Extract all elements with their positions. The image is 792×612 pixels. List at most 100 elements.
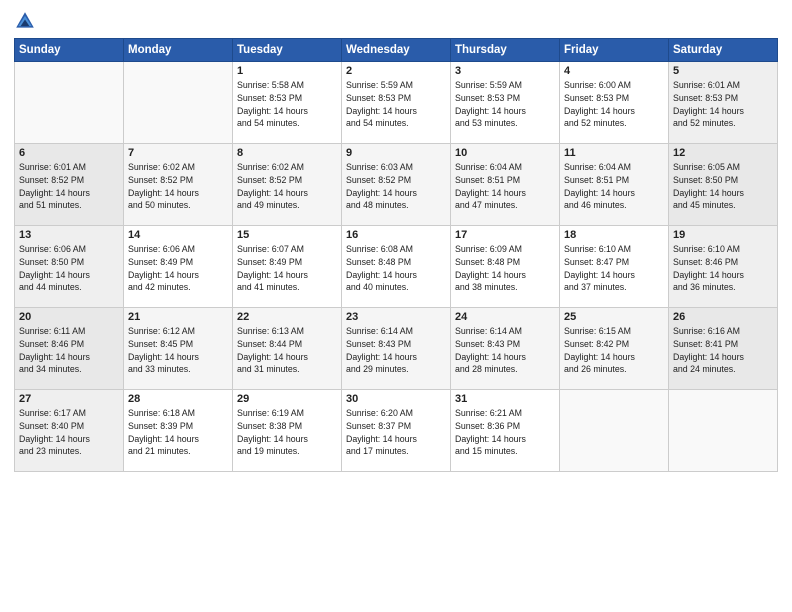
- day-info: Sunrise: 6:01 AM Sunset: 8:52 PM Dayligh…: [19, 161, 119, 212]
- weekday-thursday: Thursday: [451, 39, 560, 62]
- day-number: 22: [237, 311, 337, 323]
- day-info: Sunrise: 6:03 AM Sunset: 8:52 PM Dayligh…: [346, 161, 446, 212]
- calendar-cell: 9 Sunrise: 6:03 AM Sunset: 8:52 PM Daylig…: [342, 144, 451, 226]
- header: [14, 10, 778, 32]
- day-info: Sunrise: 6:06 AM Sunset: 8:49 PM Dayligh…: [128, 243, 228, 294]
- calendar-cell: 29Sunrise: 6:19 AM Sunset: 8:38 PM Dayli…: [233, 390, 342, 472]
- day-number: 3: [455, 65, 555, 77]
- day-info: Sunrise: 6:19 AM Sunset: 8:38 PM Dayligh…: [237, 407, 337, 458]
- calendar-cell: 3 Sunrise: 5:59 AM Sunset: 8:53 PM Daylig…: [451, 62, 560, 144]
- weekday-wednesday: Wednesday: [342, 39, 451, 62]
- calendar-cell: 21 Sunrise: 6:12 AM Sunset: 8:45 PM Dayli…: [124, 308, 233, 390]
- day-number: 1: [237, 65, 337, 77]
- day-number: 6: [19, 147, 119, 159]
- week-row-5: 27 Sunrise: 6:17 AM Sunset: 8:40 PM Dayli…: [15, 390, 778, 472]
- calendar-cell: 30 Sunrise: 6:20 AM Sunset: 8:37 PM Dayli…: [342, 390, 451, 472]
- day-number: 19: [673, 229, 773, 241]
- week-row-2: 6 Sunrise: 6:01 AM Sunset: 8:52 PM Daylig…: [15, 144, 778, 226]
- calendar-cell: 13 Sunrise: 6:06 AM Sunset: 8:50 PM Dayli…: [15, 226, 124, 308]
- day-info: Sunrise: 6:17 AM Sunset: 8:40 PM Dayligh…: [19, 407, 119, 458]
- calendar-cell: 19 Sunrise: 6:10 AM Sunset: 8:46 PM Dayli…: [669, 226, 778, 308]
- calendar-cell: 2Sunrise: 5:59 AM Sunset: 8:53 PM Daylig…: [342, 62, 451, 144]
- calendar-cell: 20Sunrise: 6:11 AM Sunset: 8:46 PM Dayli…: [15, 308, 124, 390]
- day-info: Sunrise: 6:20 AM Sunset: 8:37 PM Dayligh…: [346, 407, 446, 458]
- calendar-cell: 7 Sunrise: 6:02 AM Sunset: 8:52 PM Daylig…: [124, 144, 233, 226]
- calendar-cell: 1 Sunrise: 5:58 AM Sunset: 8:53 PM Daylig…: [233, 62, 342, 144]
- day-number: 13: [19, 229, 119, 241]
- day-number: 14: [128, 229, 228, 241]
- calendar-cell: 27 Sunrise: 6:17 AM Sunset: 8:40 PM Dayli…: [15, 390, 124, 472]
- day-info: Sunrise: 6:12 AM Sunset: 8:45 PM Dayligh…: [128, 325, 228, 376]
- weekday-tuesday: Tuesday: [233, 39, 342, 62]
- day-number: 15: [237, 229, 337, 241]
- day-number: 28: [128, 393, 228, 405]
- day-number: 26: [673, 311, 773, 323]
- day-number: 7: [128, 147, 228, 159]
- day-info: Sunrise: 6:10 AM Sunset: 8:47 PM Dayligh…: [564, 243, 664, 294]
- day-number: 21: [128, 311, 228, 323]
- day-info: Sunrise: 6:15 AM Sunset: 8:42 PM Dayligh…: [564, 325, 664, 376]
- calendar-cell: [124, 62, 233, 144]
- day-number: 12: [673, 147, 773, 159]
- calendar-cell: 12 Sunrise: 6:05 AM Sunset: 8:50 PM Dayli…: [669, 144, 778, 226]
- calendar-cell: 25 Sunrise: 6:15 AM Sunset: 8:42 PM Dayli…: [560, 308, 669, 390]
- calendar-cell: 28 Sunrise: 6:18 AM Sunset: 8:39 PM Dayli…: [124, 390, 233, 472]
- page: SundayMondayTuesdayWednesdayThursdayFrid…: [0, 0, 792, 612]
- calendar-cell: 26 Sunrise: 6:16 AM Sunset: 8:41 PM Dayli…: [669, 308, 778, 390]
- calendar-cell: 6 Sunrise: 6:01 AM Sunset: 8:52 PM Daylig…: [15, 144, 124, 226]
- day-info: Sunrise: 6:00 AM Sunset: 8:53 PM Dayligh…: [564, 79, 664, 130]
- day-info: Sunrise: 6:18 AM Sunset: 8:39 PM Dayligh…: [128, 407, 228, 458]
- logo-icon: [14, 10, 36, 32]
- calendar-cell: 23 Sunrise: 6:14 AM Sunset: 8:43 PM Dayli…: [342, 308, 451, 390]
- weekday-friday: Friday: [560, 39, 669, 62]
- day-number: 4: [564, 65, 664, 77]
- day-number: 10: [455, 147, 555, 159]
- day-info: Sunrise: 5:59 AM Sunset: 8:53 PM Dayligh…: [455, 79, 555, 130]
- day-info: Sunrise: 6:02 AM Sunset: 8:52 PM Dayligh…: [237, 161, 337, 212]
- day-info: Sunrise: 6:16 AM Sunset: 8:41 PM Dayligh…: [673, 325, 773, 376]
- day-info: Sunrise: 6:06 AM Sunset: 8:50 PM Dayligh…: [19, 243, 119, 294]
- day-info: Sunrise: 6:10 AM Sunset: 8:46 PM Dayligh…: [673, 243, 773, 294]
- calendar-cell: [669, 390, 778, 472]
- day-info: Sunrise: 6:05 AM Sunset: 8:50 PM Dayligh…: [673, 161, 773, 212]
- calendar-cell: 5Sunrise: 6:01 AM Sunset: 8:53 PM Daylig…: [669, 62, 778, 144]
- calendar-cell: 31 Sunrise: 6:21 AM Sunset: 8:36 PM Dayli…: [451, 390, 560, 472]
- weekday-sunday: Sunday: [15, 39, 124, 62]
- day-number: 24: [455, 311, 555, 323]
- week-row-4: 20Sunrise: 6:11 AM Sunset: 8:46 PM Dayli…: [15, 308, 778, 390]
- week-row-3: 13 Sunrise: 6:06 AM Sunset: 8:50 PM Dayli…: [15, 226, 778, 308]
- calendar-cell: 15 Sunrise: 6:07 AM Sunset: 8:49 PM Dayli…: [233, 226, 342, 308]
- day-info: Sunrise: 6:08 AM Sunset: 8:48 PM Dayligh…: [346, 243, 446, 294]
- day-info: Sunrise: 6:07 AM Sunset: 8:49 PM Dayligh…: [237, 243, 337, 294]
- day-info: Sunrise: 6:04 AM Sunset: 8:51 PM Dayligh…: [564, 161, 664, 212]
- day-number: 25: [564, 311, 664, 323]
- day-number: 9: [346, 147, 446, 159]
- weekday-header-row: SundayMondayTuesdayWednesdayThursdayFrid…: [15, 39, 778, 62]
- day-info: Sunrise: 6:09 AM Sunset: 8:48 PM Dayligh…: [455, 243, 555, 294]
- calendar-cell: 4 Sunrise: 6:00 AM Sunset: 8:53 PM Daylig…: [560, 62, 669, 144]
- calendar-table: SundayMondayTuesdayWednesdayThursdayFrid…: [14, 38, 778, 472]
- day-info: Sunrise: 6:13 AM Sunset: 8:44 PM Dayligh…: [237, 325, 337, 376]
- day-info: Sunrise: 5:58 AM Sunset: 8:53 PM Dayligh…: [237, 79, 337, 130]
- day-number: 30: [346, 393, 446, 405]
- day-info: Sunrise: 6:14 AM Sunset: 8:43 PM Dayligh…: [346, 325, 446, 376]
- calendar-cell: 24 Sunrise: 6:14 AM Sunset: 8:43 PM Dayli…: [451, 308, 560, 390]
- day-info: Sunrise: 6:02 AM Sunset: 8:52 PM Dayligh…: [128, 161, 228, 212]
- calendar-cell: 22 Sunrise: 6:13 AM Sunset: 8:44 PM Dayli…: [233, 308, 342, 390]
- day-number: 11: [564, 147, 664, 159]
- day-number: 27: [19, 393, 119, 405]
- day-number: 23: [346, 311, 446, 323]
- day-info: Sunrise: 6:01 AM Sunset: 8:53 PM Dayligh…: [673, 79, 773, 130]
- day-info: Sunrise: 6:11 AM Sunset: 8:46 PM Dayligh…: [19, 325, 119, 376]
- day-number: 31: [455, 393, 555, 405]
- day-info: Sunrise: 6:14 AM Sunset: 8:43 PM Dayligh…: [455, 325, 555, 376]
- calendar-cell: 16Sunrise: 6:08 AM Sunset: 8:48 PM Dayli…: [342, 226, 451, 308]
- calendar-cell: 18Sunrise: 6:10 AM Sunset: 8:47 PM Dayli…: [560, 226, 669, 308]
- day-info: Sunrise: 6:21 AM Sunset: 8:36 PM Dayligh…: [455, 407, 555, 458]
- calendar-cell: 10 Sunrise: 6:04 AM Sunset: 8:51 PM Dayli…: [451, 144, 560, 226]
- day-info: Sunrise: 6:04 AM Sunset: 8:51 PM Dayligh…: [455, 161, 555, 212]
- week-row-1: 1 Sunrise: 5:58 AM Sunset: 8:53 PM Daylig…: [15, 62, 778, 144]
- calendar-cell: 14 Sunrise: 6:06 AM Sunset: 8:49 PM Dayli…: [124, 226, 233, 308]
- calendar-cell: 8Sunrise: 6:02 AM Sunset: 8:52 PM Daylig…: [233, 144, 342, 226]
- logo: [14, 10, 40, 32]
